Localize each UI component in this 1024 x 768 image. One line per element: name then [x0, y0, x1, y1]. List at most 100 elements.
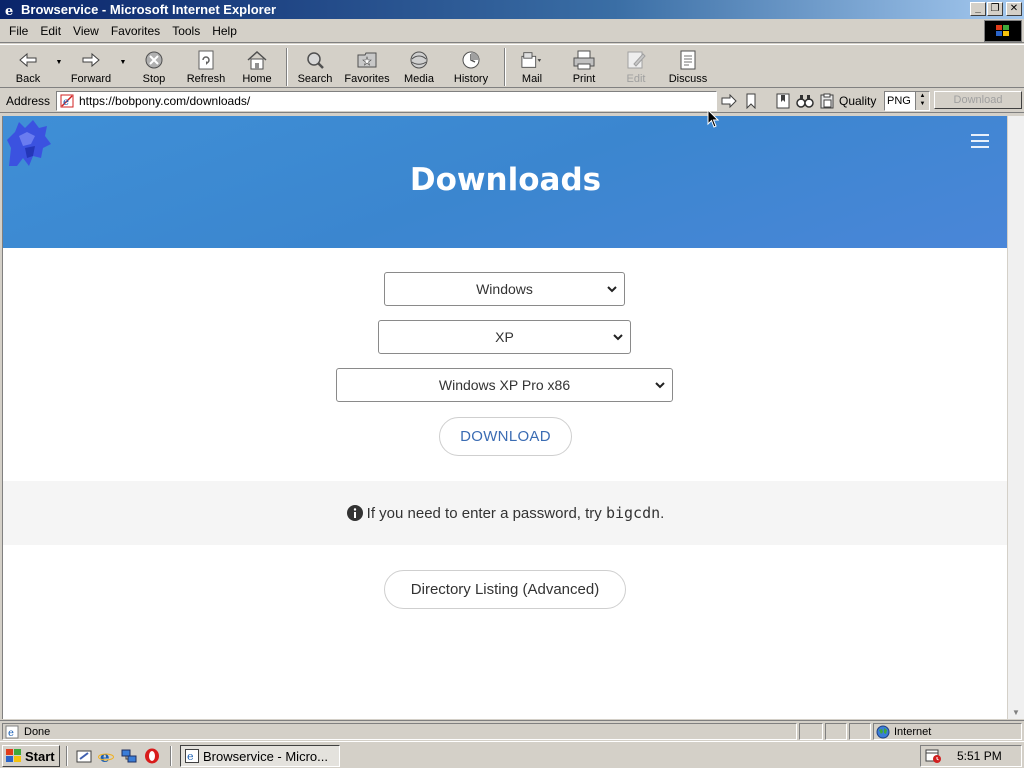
forward-button[interactable]: Forward [64, 45, 118, 87]
start-label: Start [25, 748, 55, 764]
status-cell [799, 723, 823, 740]
clipboard-icon[interactable] [818, 92, 836, 110]
minimize-button[interactable]: _ [970, 2, 986, 16]
chevron-down-icon [607, 286, 617, 293]
directory-listing-button[interactable]: Directory Listing (Advanced) [384, 570, 626, 609]
favorites-button[interactable]: Favorites [342, 45, 392, 87]
go-arrow-icon[interactable] [720, 92, 738, 110]
media-button[interactable]: Media [392, 45, 446, 87]
mouse-pointer-icon [707, 109, 720, 128]
mail-button[interactable]: Mail [506, 45, 558, 87]
download-button[interactable]: DOWNLOAD [439, 417, 572, 456]
restore-button[interactable]: ❐ [987, 2, 1003, 16]
refresh-button[interactable]: Refresh [180, 45, 232, 87]
svg-text:e: e [8, 728, 14, 739]
find-binoculars-icon[interactable] [796, 92, 814, 110]
status-text: Done [24, 725, 51, 738]
status-cell [849, 723, 871, 740]
internet-explorer-icon[interactable]: e [97, 747, 115, 765]
edition-select[interactable]: Windows XP Pro x86 [336, 368, 673, 402]
start-button[interactable]: Start [2, 745, 60, 767]
menu-tools[interactable]: Tools [166, 24, 206, 38]
home-icon [246, 49, 268, 71]
bookmarks-list-icon[interactable] [774, 92, 792, 110]
page-header: Downloads [3, 116, 1007, 248]
back-dropdown-icon[interactable]: ▼ [54, 59, 64, 66]
menu-edit[interactable]: Edit [34, 24, 67, 38]
info-icon [346, 505, 363, 521]
address-label: Address [6, 93, 51, 108]
version-select-value: XP [495, 329, 514, 345]
refresh-icon [195, 49, 217, 71]
taskbar-browservice-window[interactable]: e Browservice - Micro... [180, 745, 340, 767]
menu-file[interactable]: File [0, 24, 34, 38]
page-done-icon: e [4, 724, 20, 740]
scheduler-icon[interactable] [925, 748, 943, 764]
password-hint: bigcdn [605, 504, 661, 522]
close-button[interactable]: ✕ [1006, 2, 1022, 16]
discuss-icon [677, 49, 699, 71]
favorites-icon [356, 49, 378, 71]
scroll-down-icon[interactable]: ▼ [1012, 708, 1020, 717]
menu-help[interactable]: Help [206, 24, 243, 38]
media-icon [408, 49, 430, 71]
opera-icon[interactable] [143, 747, 161, 765]
password-info-text: If you need to enter a password, try [366, 504, 602, 522]
quality-spinner-icon[interactable]: ▲ ▼ [915, 92, 929, 110]
password-info-period: . [660, 504, 665, 522]
address-input[interactable]: e https://bobpony.com/downloads/ [56, 91, 717, 111]
svg-text:e: e [100, 748, 110, 764]
status-cell [825, 723, 847, 740]
chevron-down-icon [655, 382, 665, 389]
quality-select[interactable]: PNG ▲ ▼ [884, 91, 930, 111]
menu-bar: File Edit View Favorites Tools Help [0, 19, 1024, 43]
discuss-button[interactable]: Discuss [662, 45, 714, 87]
os-select[interactable]: Windows [384, 272, 625, 306]
hamburger-menu-icon[interactable] [971, 134, 989, 148]
version-select[interactable]: XP [378, 320, 631, 354]
vertical-scrollbar[interactable]: ▼ [1007, 116, 1024, 719]
back-arrow-icon [17, 49, 39, 71]
bobpony-logo-icon[interactable] [5, 118, 53, 168]
history-button[interactable]: History [446, 45, 496, 87]
chevron-down-icon [613, 334, 623, 341]
taskbar: Start e e Browservice - Micro... 5:51 PM [0, 741, 1024, 768]
page-title: Downloads [409, 162, 602, 198]
stop-icon [143, 49, 165, 71]
quality-value: PNG [887, 95, 911, 107]
window-title: Browservice - Microsoft Internet Explore… [21, 2, 277, 17]
svg-text:e: e [63, 97, 69, 108]
print-icon [573, 49, 595, 71]
search-icon [304, 49, 326, 71]
history-icon [460, 49, 482, 71]
ie-logo-icon: e [3, 2, 19, 18]
edit-icon [625, 49, 647, 71]
print-button[interactable]: Print [558, 45, 610, 87]
windows-throbber-icon [984, 20, 1022, 42]
show-desktop-icon[interactable] [75, 747, 93, 765]
forward-arrow-icon [80, 49, 102, 71]
title-bar: e Browservice - Microsoft Internet Explo… [0, 0, 1024, 19]
os-select-value: Windows [476, 281, 533, 297]
network-icon[interactable] [120, 747, 138, 765]
system-tray: 5:51 PM [920, 745, 1022, 767]
home-button[interactable]: Home [232, 45, 282, 87]
clock[interactable]: 5:51 PM [957, 749, 1002, 763]
download-image-button[interactable]: Download [934, 91, 1022, 109]
security-zone: Internet [873, 723, 1022, 740]
task-label: Browservice - Micro... [203, 748, 328, 764]
globe-icon [876, 725, 890, 738]
svg-text:e: e [187, 750, 194, 763]
edit-button[interactable]: Edit [610, 45, 662, 87]
page-viewport: Downloads Windows XP Windows XP Pro x86 … [2, 116, 1007, 719]
menu-view[interactable]: View [67, 24, 105, 38]
stop-button[interactable]: Stop [128, 45, 180, 87]
menu-favorites[interactable]: Favorites [105, 24, 166, 38]
edition-select-value: Windows XP Pro x86 [438, 377, 571, 393]
back-button[interactable]: Back [2, 45, 54, 87]
bookmark-icon[interactable] [742, 92, 760, 110]
forward-dropdown-icon[interactable]: ▼ [118, 59, 128, 66]
svg-text:e: e [5, 4, 13, 17]
search-button[interactable]: Search [288, 45, 342, 87]
password-info: If you need to enter a password, try big… [3, 481, 1007, 545]
